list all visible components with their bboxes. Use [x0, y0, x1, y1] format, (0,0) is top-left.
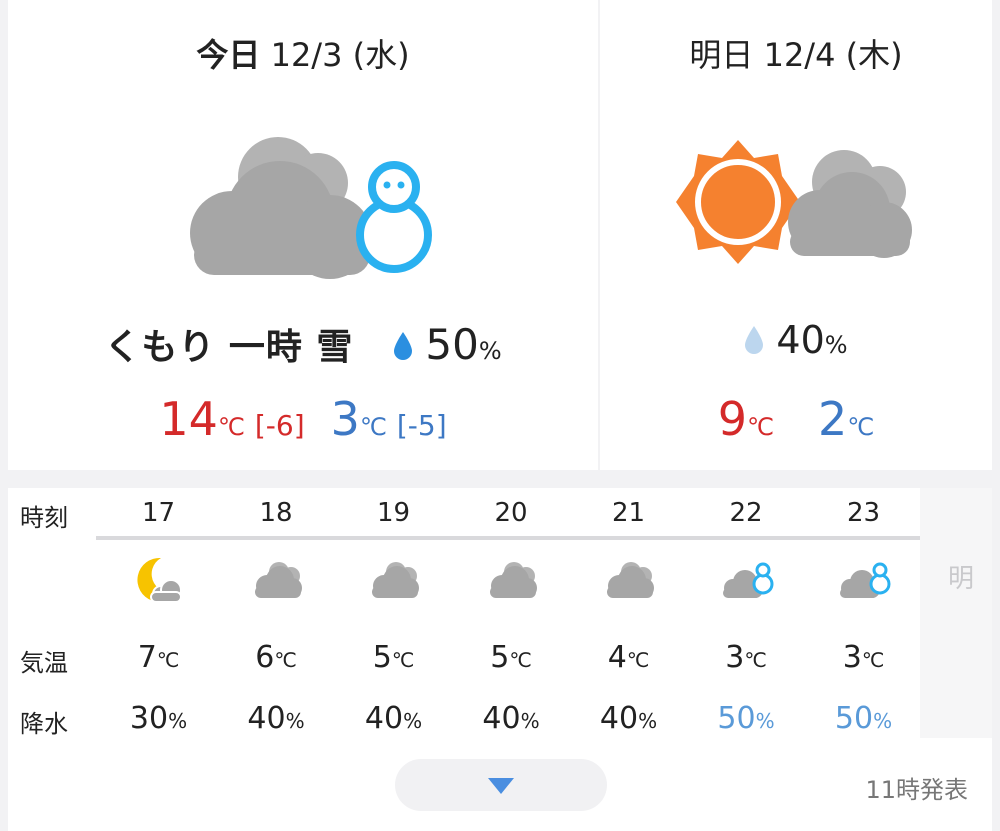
hour-temp-unit: ℃	[156, 648, 180, 672]
hour-temp: 3℃	[805, 640, 922, 675]
hour-temp: 4℃	[570, 640, 687, 675]
today-rain-unit: %	[478, 337, 502, 365]
cloud-snowman-icon	[190, 137, 432, 279]
hour-label: 19	[376, 498, 411, 528]
hour-label: 21	[611, 498, 646, 528]
tomorrow-temp-row: 9 ℃ 2 ℃	[600, 392, 992, 446]
hour-temp-unit: ℃	[274, 648, 297, 672]
tomorrow-card[interactable]: 明日 12/4 (木) 40% 9 ℃ 2 ℃	[600, 0, 992, 470]
hour-label: 17	[141, 498, 176, 528]
hour-rain-value: 50	[834, 701, 874, 736]
hour-temp-unit: ℃	[861, 648, 885, 672]
sun-cloud-icon	[676, 140, 912, 264]
hour-rain-unit: %	[638, 709, 658, 733]
hour-temp: 5℃	[453, 640, 570, 675]
today-condition: くもり 一時 雪	[104, 327, 354, 368]
tomorrow-high: 9	[717, 392, 748, 446]
raindrop-icon	[394, 332, 413, 360]
issued-time: 11時発表	[865, 776, 968, 804]
hour-temp-unit: ℃	[509, 648, 532, 672]
hour-temp: 5℃	[335, 640, 452, 675]
hour-temp-value: 7	[137, 640, 157, 675]
today-card: 今日 12/3 (水) くもり 一時 雪 50% 14 ℃ [-6] 3 ℃ […	[8, 0, 598, 470]
chevron-down-icon	[488, 778, 514, 794]
hour-temp-value: 3	[725, 640, 745, 675]
tomorrow-title: 明日 12/4 (木)	[689, 36, 903, 74]
hour-temp-value: 3	[842, 640, 862, 675]
today-low: 3	[330, 392, 360, 446]
hour-rain: 50%	[805, 701, 922, 736]
tomorrow-low: 2	[818, 392, 848, 446]
cloud-icon	[489, 562, 537, 598]
hour-rain-unit: %	[403, 709, 423, 733]
hour-label: 18	[259, 498, 293, 528]
hour-temp-unit: ℃	[626, 648, 650, 672]
cloud-icon	[254, 562, 302, 598]
hour-rain-unit: %	[285, 709, 305, 733]
today-temp-row: 14 ℃ [-6] 3 ℃ [-5]	[8, 392, 598, 446]
cloud-snowman-icon	[722, 562, 773, 598]
hour-rain-value: 30	[129, 701, 169, 736]
today-date: 12/3 (水)	[260, 36, 410, 74]
hour-rain: 40%	[218, 701, 335, 736]
hour-rain: 40%	[570, 701, 687, 736]
label-time: 時刻	[20, 504, 68, 532]
hour-rain-unit: %	[755, 709, 775, 733]
hour-rain-unit: %	[168, 709, 188, 733]
cloud-icon	[607, 562, 654, 598]
hour-rain-value: 40	[364, 701, 404, 736]
today-rain-value: 50	[425, 320, 479, 369]
hour-rain-value: 50	[717, 701, 756, 736]
hour-temp-unit: ℃	[744, 648, 767, 672]
today-rain-chance: 50%	[393, 320, 502, 369]
hour-rain-value: 40	[599, 701, 639, 736]
hour-temp: 7℃	[100, 640, 217, 675]
hour-temp-value: 4	[607, 640, 627, 675]
hour-rain: 40%	[335, 701, 452, 736]
label-rain: 降水	[20, 710, 68, 738]
hour-rain-unit: %	[873, 709, 893, 733]
hour-temp-unit: ℃	[391, 648, 415, 672]
hour-rain: 50%	[688, 701, 805, 736]
raindrop-icon	[745, 326, 764, 354]
hour-label: 20	[494, 498, 528, 528]
expand-button[interactable]	[395, 759, 607, 811]
today-low-diff: [-5]	[396, 409, 447, 442]
today-high-diff: [-6]	[254, 409, 305, 442]
today-high: 14	[159, 392, 218, 446]
today-high-unit: ℃	[217, 413, 245, 441]
hour-rain: 30%	[100, 701, 217, 736]
hour-temp-value: 5	[490, 640, 510, 675]
today-condition-row: くもり 一時 雪 50%	[8, 318, 598, 370]
hour-label: 23	[846, 498, 881, 528]
hour-temp-value: 6	[255, 640, 275, 675]
cloud-snowman-icon	[840, 562, 891, 598]
cloud-icon	[372, 562, 419, 598]
tomorrow-rain-unit: %	[824, 331, 848, 359]
tomorrow-high-unit: ℃	[747, 413, 774, 441]
tomorrow-rain-chance: 40%	[744, 318, 848, 362]
hour-temp-value: 5	[372, 640, 392, 675]
tomorrow-rain-row: 40%	[600, 318, 992, 362]
hourly-columns: 17 7℃ 30% 18 6℃ 40% 19 5℃ 40% 20 5℃ 40% 21 4℃ 40% 22…	[96, 488, 920, 738]
hour-rain-value: 40	[482, 701, 521, 736]
today-label: 今日	[196, 36, 261, 74]
hour-rain-value: 40	[247, 701, 286, 736]
tomorrow-rain-value: 40	[776, 318, 825, 362]
hour-rain: 40%	[453, 701, 570, 736]
next-day-column[interactable]	[920, 488, 992, 738]
hour-label: 22	[729, 498, 763, 528]
next-day-label: 明	[948, 564, 975, 594]
hour-temp: 6℃	[218, 640, 335, 675]
hour-rain-unit: %	[520, 709, 540, 733]
moon-cloud-icon	[137, 557, 182, 603]
today-low-unit: ℃	[359, 413, 387, 441]
today-title: 今日 12/3 (水)	[8, 30, 598, 76]
tomorrow-low-unit: ℃	[847, 413, 875, 441]
label-temp: 気温	[20, 649, 68, 677]
hour-temp: 3℃	[688, 640, 805, 675]
